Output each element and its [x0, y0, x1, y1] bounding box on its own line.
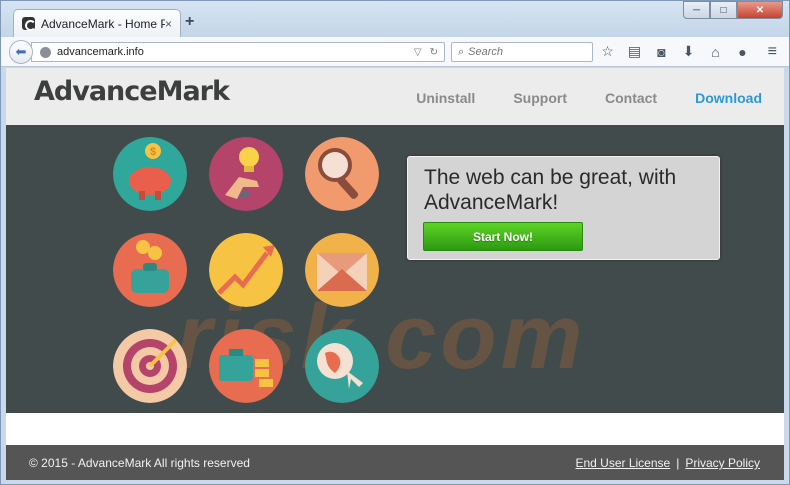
browser-window: AdvanceMark - Home Page × + ─ □ ✕ advanc… [0, 0, 790, 485]
hero-section: risk.com $ The web can be great, with Ad… [6, 125, 784, 413]
hero-headline: The web can be great, with AdvanceMark! [424, 166, 677, 214]
minimize-button[interactable]: ─ [683, 1, 710, 19]
title-bar: AdvanceMark - Home Page × + ─ □ ✕ [1, 1, 789, 37]
url-text[interactable]: advancemark.info [57, 46, 414, 58]
start-now-button[interactable]: Start Now! [423, 222, 583, 251]
growth-chart-icon [209, 233, 283, 307]
feature-icon-grid: $ [113, 137, 383, 407]
web-page: AdvanceMark Uninstall Support Contact Do… [6, 68, 784, 480]
reading-list-icon[interactable]: ▤ [626, 43, 643, 60]
idea-hand-icon [209, 137, 283, 211]
search-input[interactable] [468, 46, 579, 58]
reload-icon[interactable]: ↻ [430, 47, 438, 58]
dropdown-icon[interactable]: ▽ [414, 47, 422, 58]
privacy-policy-link[interactable]: Privacy Policy [685, 456, 760, 470]
nav-support[interactable]: Support [513, 90, 567, 106]
home-icon[interactable]: ⌂ [707, 43, 724, 60]
wallet-coins-icon [113, 233, 187, 307]
search-icon: ⌕ [458, 45, 465, 58]
chat-icon[interactable]: ● [734, 43, 751, 60]
end-user-license-link[interactable]: End User License [575, 456, 670, 470]
magnifier-icon [305, 137, 379, 211]
pocket-icon[interactable]: ◙ [653, 43, 670, 60]
new-tab-button[interactable]: + [185, 13, 194, 31]
footer-separator: | [676, 456, 680, 470]
hamburger-menu-icon[interactable]: ≡ [768, 43, 777, 61]
nav-download[interactable]: Download [695, 90, 762, 106]
back-arrow-icon: ⬅ [15, 44, 27, 59]
download-icon[interactable]: ⬇ [680, 43, 697, 60]
copyright-text: © 2015 - AdvanceMark All rights reserved [29, 456, 250, 470]
browser-tab[interactable]: AdvanceMark - Home Page × [13, 9, 181, 37]
window-controls: ─ □ ✕ [683, 1, 783, 19]
close-window-button[interactable]: ✕ [737, 1, 783, 19]
tab-title: AdvanceMark - Home Page [41, 16, 165, 31]
favicon-icon [22, 17, 36, 31]
nav-uninstall[interactable]: Uninstall [416, 90, 475, 106]
site-nav: Uninstall Support Contact Download [416, 90, 762, 106]
site-header: AdvanceMark Uninstall Support Contact Do… [6, 68, 784, 125]
address-bar-actions: ▽ ↻ [414, 47, 438, 58]
toolbar-icons: ☆ ▤ ◙ ⬇ ⌂ ● [599, 43, 751, 60]
mail-envelope-icon [305, 233, 379, 307]
svg-text:$: $ [150, 146, 156, 158]
back-button[interactable]: ⬅ [9, 40, 33, 64]
nav-contact[interactable]: Contact [605, 90, 657, 106]
bookmark-star-icon[interactable]: ☆ [599, 43, 616, 60]
search-bar[interactable]: ⌕ [451, 42, 593, 62]
maximize-button[interactable]: □ [710, 1, 737, 19]
target-icon [113, 329, 187, 403]
site-footer: © 2015 - AdvanceMark All rights reserved… [6, 445, 784, 480]
briefcase-gold-icon [209, 329, 283, 403]
cta-panel: The web can be great, with AdvanceMark! … [407, 156, 720, 260]
footer-links: End User License | Privacy Policy [575, 456, 760, 470]
piggy-bank-icon: $ [113, 137, 187, 211]
navigation-toolbar: advancemark.info ▽ ↻ ⬅ ⌕ ☆ ▤ ◙ ⬇ ⌂ ● ≡ [1, 37, 789, 67]
globe-click-icon [305, 329, 379, 403]
address-bar[interactable]: advancemark.info ▽ ↻ [31, 42, 445, 62]
site-logo[interactable]: AdvanceMark [34, 76, 230, 107]
site-info-icon[interactable] [40, 46, 51, 58]
tab-close-icon[interactable]: × [165, 17, 172, 31]
